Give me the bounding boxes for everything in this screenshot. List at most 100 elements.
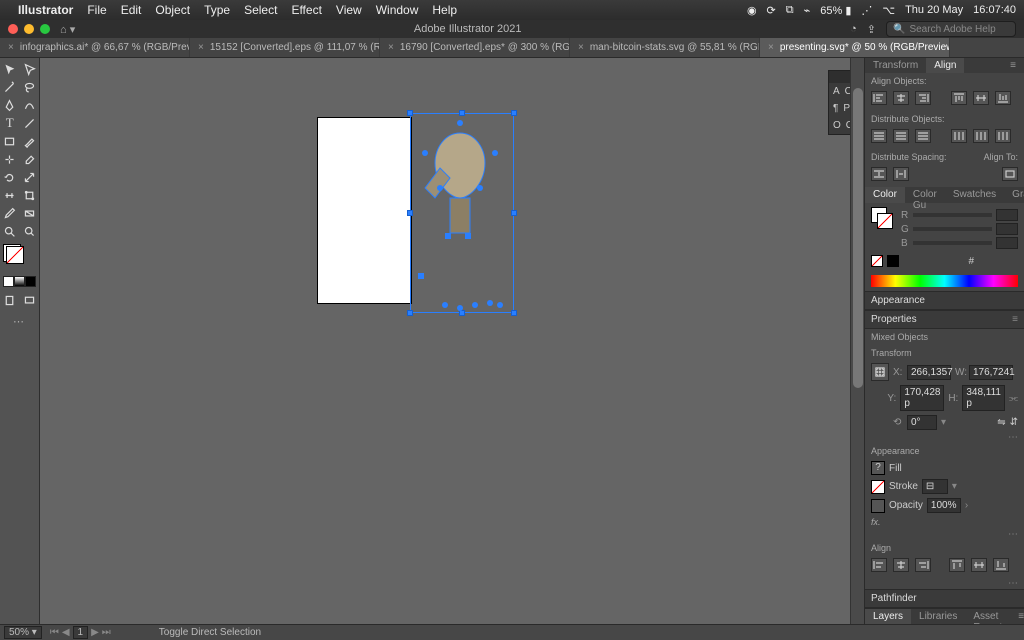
menu-object[interactable]: Object [155,3,190,17]
eraser-tool[interactable] [20,150,40,168]
tab-asset-export[interactable]: Asset Export [965,609,1010,624]
dist-space-v[interactable] [871,167,887,181]
h-input[interactable]: 348,111 p [962,385,1005,411]
selection-tool[interactable] [0,60,20,78]
canvas-scrollbar-v[interactable] [850,58,864,624]
more-options[interactable]: ⋯ [865,578,1024,589]
align-vcenter-2[interactable] [971,558,987,572]
window-zoom[interactable] [40,24,50,34]
close-icon[interactable]: × [388,42,394,53]
close-icon[interactable]: × [578,42,584,53]
align-top-2[interactable] [949,558,965,572]
toolbox-more[interactable]: ⋯ [0,315,39,328]
tab-color[interactable]: Color [865,187,905,203]
w-input[interactable]: 176,7241 [969,365,1013,380]
none-swatch[interactable] [871,255,883,267]
home-button[interactable]: ⌂ ▾ [60,23,75,36]
app-menu[interactable]: Illustrator [18,3,73,17]
b-slider[interactable] [913,241,992,245]
magic-wand-tool[interactable] [0,78,20,96]
tab-swatches[interactable]: Swatches [945,187,1004,203]
align-left[interactable] [871,91,887,105]
lock-aspect-icon[interactable]: ⫘ [1009,393,1018,404]
b-value[interactable] [996,237,1018,249]
shaper-tool[interactable] [0,150,20,168]
direct-select-tool[interactable] [20,60,40,78]
align-right[interactable] [915,91,931,105]
tab-layers[interactable]: Layers [865,609,911,624]
align-right-2[interactable] [915,558,931,572]
rectangle-tool[interactable] [0,132,20,150]
dist-space-h[interactable] [893,167,909,181]
draw-mode[interactable] [0,291,20,309]
menu-type[interactable]: Type [204,3,230,17]
curvature-tool[interactable] [20,96,40,114]
doc-tab-bitcoin[interactable]: ×man-bitcoin-stats.svg @ 55,81 % (RGB/Pr… [570,38,760,57]
width-tool[interactable] [0,186,20,204]
scale-tool[interactable] [20,168,40,186]
doc-tab-16790[interactable]: ×16790 [Converted].eps* @ 300 % (RGB/Pre… [380,38,570,57]
align-to-select[interactable] [1002,167,1018,181]
status-sync-icon[interactable]: ⟳ [767,4,776,17]
status-control-center-icon[interactable]: ⌥ [882,4,895,17]
artboard-number[interactable]: 1 [73,626,89,639]
flip-v-icon[interactable]: ⇵ [1010,417,1018,428]
y-input[interactable]: 170,428 p [900,385,944,411]
stroke-dropdown[interactable]: ▾ [952,481,957,492]
status-bluetooth-icon[interactable]: ⌁ [804,4,811,17]
line-tool[interactable] [20,114,40,132]
menu-effect[interactable]: Effect [291,3,321,17]
lasso-tool[interactable] [20,78,40,96]
stroke-swatch-small[interactable] [871,480,885,494]
rotate-dropdown[interactable]: ▾ [941,417,946,428]
r-value[interactable] [996,209,1018,221]
appearance-header[interactable]: Appearance [871,295,925,306]
none-mode[interactable] [25,276,36,287]
gradient-mode[interactable] [14,276,25,287]
more-options[interactable]: ⋯ [865,432,1024,443]
panel-menu-icon[interactable]: ≡ [1010,609,1024,624]
align-left-2[interactable] [871,558,887,572]
align-top[interactable] [951,91,967,105]
tab-libraries[interactable]: Libraries [911,609,965,624]
align-bottom[interactable] [995,91,1011,105]
align-hcenter-2[interactable] [893,558,909,572]
screen-mode[interactable] [20,291,40,309]
more-options[interactable]: ⋯ [865,529,1024,540]
dist-top[interactable] [871,129,887,143]
user-icon[interactable]: ◔ [850,23,857,35]
artboard-prev[interactable]: ◀ [62,627,70,638]
r-slider[interactable] [913,213,992,217]
black-swatch[interactable] [887,255,899,267]
gradient-tool[interactable] [20,204,40,222]
panel-menu-icon[interactable]: ≡ [1012,314,1018,325]
status-date[interactable]: Thu 20 May [905,4,963,16]
stroke-swatch[interactable] [6,246,24,264]
dist-right[interactable] [995,129,1011,143]
pen-tool[interactable] [0,96,20,114]
status-display-icon[interactable]: ⧉ [786,4,794,17]
eyedropper-tool[interactable] [0,204,20,222]
window-minimize[interactable] [24,24,34,34]
search-help-input[interactable]: 🔍 Search Adobe Help [886,21,1016,37]
menu-view[interactable]: View [336,3,362,17]
doc-tab-infographics[interactable]: ×infographics.ai* @ 66,67 % (RGB/Previ… [0,38,190,57]
fx-button[interactable]: fx. [871,517,881,527]
align-bottom-2[interactable] [993,558,1009,572]
status-battery[interactable]: 65% ▮ [820,4,851,17]
color-spectrum[interactable] [871,275,1018,287]
canvas[interactable]: × ▸ ACharacter ¶Paragraph OOpenType [40,58,864,624]
tab-colorguide[interactable]: Color Gu [905,187,945,203]
properties-header[interactable]: Properties [871,314,917,325]
doc-tab-presenting[interactable]: ×presenting.svg* @ 50 % (RGB/Preview) [760,38,950,57]
dist-vcenter[interactable] [893,129,909,143]
menu-window[interactable]: Window [376,3,419,17]
fill-q-icon[interactable]: ? [871,461,885,475]
align-hcenter[interactable] [893,91,909,105]
close-icon[interactable]: × [198,42,204,53]
opacity-dropdown[interactable]: › [965,500,968,511]
close-icon[interactable]: × [768,42,774,53]
tab-gradient[interactable]: Gradient [1004,187,1024,203]
rotate-tool[interactable] [0,168,20,186]
pathfinder-header[interactable]: Pathfinder [871,593,917,604]
